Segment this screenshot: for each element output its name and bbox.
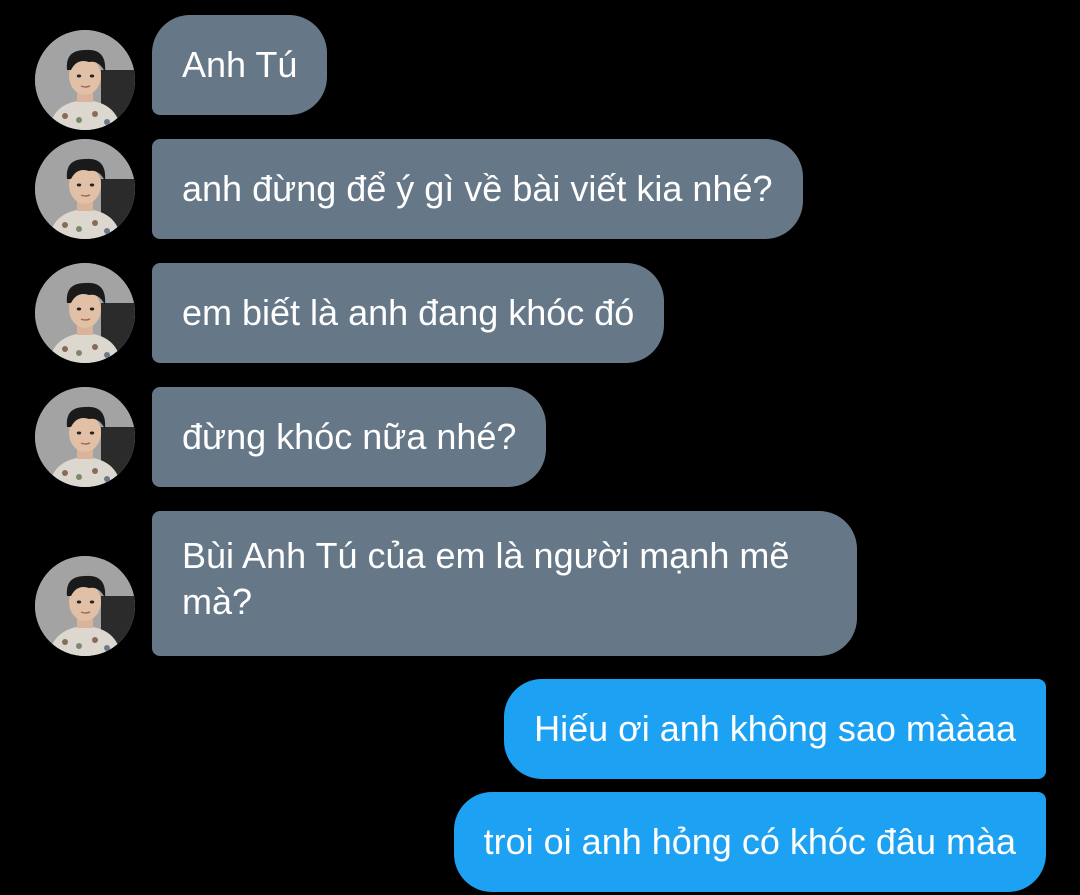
contact-avatar[interactable]: [35, 139, 135, 239]
message-text: troi oi anh hỏng có khóc đâu màa: [483, 821, 1016, 862]
avatar-photo-icon: [35, 30, 135, 130]
outgoing-message-bubble[interactable]: Hiếu ơi anh không sao mààaa: [504, 679, 1046, 779]
avatar-photo-icon: [35, 263, 135, 363]
message-text: đừng khóc nữa nhé?: [182, 416, 517, 457]
message-text: Bùi Anh Tú của em là người mạnh mẽ mà?: [182, 535, 790, 622]
contact-avatar[interactable]: [35, 263, 135, 363]
message-text: anh đừng để ý gì về bài viết kia nhé?: [182, 168, 773, 209]
message-text: Hiếu ơi anh không sao mààaa: [534, 708, 1016, 749]
contact-avatar[interactable]: [35, 387, 135, 487]
outgoing-message-bubble[interactable]: troi oi anh hỏng có khóc đâu màa: [453, 792, 1046, 892]
incoming-message-bubble[interactable]: anh đừng để ý gì về bài viết kia nhé?: [152, 139, 803, 239]
incoming-message-bubble[interactable]: đừng khóc nữa nhé?: [152, 387, 547, 487]
message-text: Anh Tú: [182, 44, 298, 85]
avatar-photo-icon: [35, 387, 135, 487]
message-text: em biết là anh đang khóc đó: [182, 292, 635, 333]
incoming-message-bubble[interactable]: em biết là anh đang khóc đó: [152, 263, 665, 363]
incoming-message-bubble[interactable]: Bùi Anh Tú của em là người mạnh mẽ mà?: [152, 511, 857, 656]
chat-thread: Anh Tú anh đừng để ý gì về bài viết kia …: [0, 0, 1080, 895]
incoming-message-bubble[interactable]: Anh Tú: [152, 15, 328, 115]
contact-avatar[interactable]: [35, 30, 135, 130]
avatar-photo-icon: [35, 556, 135, 656]
contact-avatar[interactable]: [35, 556, 135, 656]
avatar-photo-icon: [35, 139, 135, 239]
